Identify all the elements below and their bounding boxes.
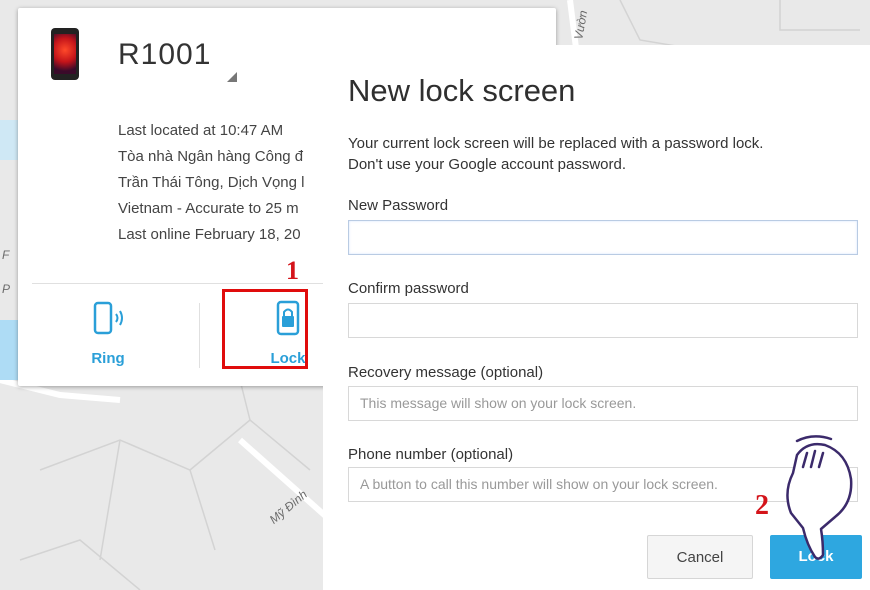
step-number-2: 2 — [755, 490, 769, 521]
location-accuracy: Vietnam - Accurate to 25 m — [118, 200, 299, 217]
description-line-1: Your current lock screen will be replace… — [348, 135, 764, 152]
last-online: Last online February 18, 20 — [118, 226, 301, 243]
device-dropdown-icon[interactable] — [227, 72, 237, 82]
new-password-input[interactable] — [348, 220, 858, 255]
phone-number-label: Phone number (optional) — [348, 446, 514, 463]
dialog-description: Your current lock screen will be replace… — [348, 133, 763, 175]
description-line-2: Don't use your Google account password. — [348, 156, 627, 173]
recovery-message-input[interactable]: This message will show on your lock scre… — [348, 386, 858, 421]
phone-thumbnail-icon — [51, 28, 79, 80]
location-line-2: Trần Thái Tông, Dịch Vọng l — [118, 174, 305, 191]
ring-label: Ring — [91, 350, 125, 367]
recovery-message-label: Recovery message (optional) — [348, 364, 544, 381]
ring-phone-icon — [93, 301, 123, 335]
highlight-box — [222, 289, 308, 369]
cancel-button[interactable]: Cancel — [647, 535, 753, 579]
street-label: P — [2, 282, 11, 296]
device-name[interactable]: R1001 — [118, 38, 211, 72]
last-located: Last located at 10:47 AM — [118, 122, 284, 139]
action-separator — [199, 303, 200, 368]
confirm-password-input[interactable] — [348, 303, 858, 338]
confirm-password-label: Confirm password — [348, 280, 469, 297]
street-label: F — [2, 248, 10, 262]
device-info: Last located at 10:47 AM Tòa nhà Ngân hà… — [118, 118, 305, 248]
ring-button[interactable]: Ring — [68, 298, 148, 367]
new-password-label: New Password — [348, 197, 449, 214]
step-number-1: 1 — [286, 256, 299, 285]
pointing-hand-icon — [786, 435, 853, 560]
dialog-title: New lock screen — [348, 73, 576, 108]
location-line-1: Tòa nhà Ngân hàng Công đ — [118, 148, 304, 165]
